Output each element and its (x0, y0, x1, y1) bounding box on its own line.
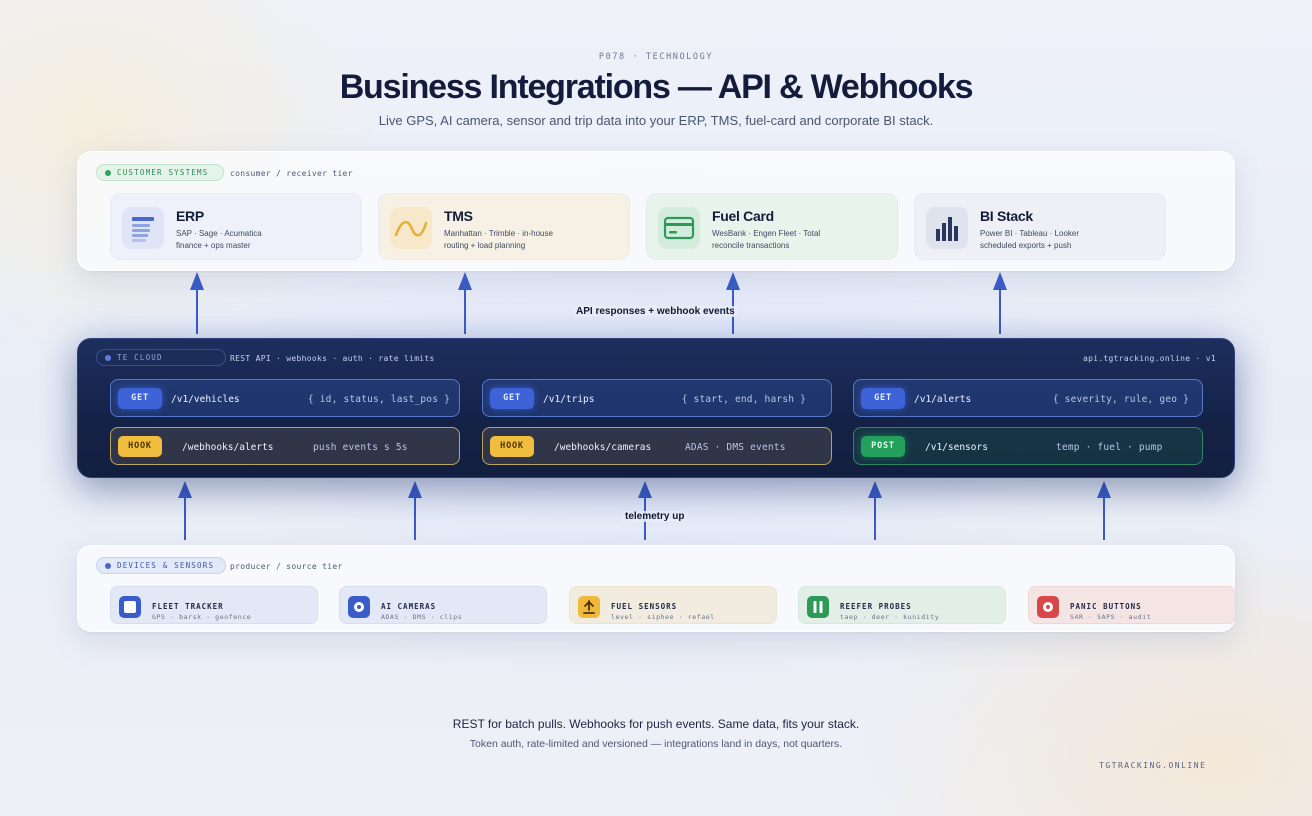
system-card-fuel-card[interactable]: Fuel Card WesBank · Engen Fleet · Total … (646, 193, 898, 260)
endpoint-fields: temp · fuel · pump (1056, 442, 1163, 453)
system-card-erp[interactable]: ERP SAP · Sage · Acumatica finance + ops… (110, 193, 362, 260)
camera-icon (348, 596, 370, 618)
device-name: FLEET TRACKER (152, 602, 224, 611)
device-panic-buttons[interactable]: PANIC BUTTONS S4R · SAPS · audit (1028, 586, 1236, 624)
endpoint-post-sensors[interactable]: POST /v1/sensors temp · fuel · pump (853, 427, 1203, 465)
endpoint-fields: { id, status, last_pos } (307, 394, 450, 405)
flow-label-telemetry: telemetry up (622, 511, 688, 522)
endpoint-path: /v1/vehicles (171, 394, 240, 405)
device-name: REEFER PROBES (840, 602, 912, 611)
cloud-tier: TE CLOUD REST API · webhooks · auth · ra… (77, 338, 1235, 478)
endpoint-get-vehicles[interactable]: GET /v1/vehicles { id, status, last_pos … (110, 379, 460, 417)
system-purpose: routing + load planning (444, 241, 526, 250)
system-vendors: WesBank · Engen Fleet · Total (712, 229, 821, 238)
fuel-icon (578, 596, 600, 618)
footer-tagline: REST for batch pulls. Webhooks for push … (452, 717, 860, 731)
status-dot (105, 170, 111, 176)
endpoint-fields: push events s 5s (313, 442, 408, 453)
method-badge: GET (118, 388, 162, 409)
endpoint-path: /v1/sensors (925, 442, 988, 453)
system-purpose: finance + ops master (176, 241, 251, 250)
bar-chart-icon (926, 207, 968, 249)
endpoint-path: /v1/trips (543, 394, 595, 405)
system-vendors: Manhattan · Trimble · in-house (444, 229, 553, 238)
endpoint-path: /webhooks/alerts (182, 442, 274, 453)
endpoint-fields: ADAS · DMS events (685, 442, 786, 453)
device-fuel-sensors[interactable]: FUEL SENSORS level · siphee · refael (569, 586, 777, 624)
cloud-pill: TE CLOUD (96, 349, 226, 366)
system-name: TMS (444, 208, 473, 224)
device-name: PANIC BUTTONS (1070, 602, 1142, 611)
cloud-tier-note: REST API · webhooks · auth · rate limits (230, 354, 435, 363)
page-title: Business Integrations — API & Webhooks (339, 68, 974, 106)
endpoint-hook-cameras[interactable]: HOOK /webhooks/cameras ADAS · DMS events (482, 427, 832, 465)
endpoint-fields: { severity, rule, geo } (1052, 394, 1189, 405)
system-purpose: reconcile transactions (712, 241, 790, 250)
panic-icon (1037, 596, 1059, 618)
card-icon (658, 207, 700, 249)
devices-pill: DEVICES & SENSORS (96, 557, 226, 574)
method-badge: HOOK (118, 436, 162, 457)
method-badge: POST (861, 436, 905, 457)
system-name: Fuel Card (712, 208, 774, 224)
device-capabilities: taep · deer · kunidity (840, 613, 940, 621)
page-subtitle: Live GPS, AI camera, sensor and trip dat… (378, 113, 934, 128)
customer-systems-tier: CUSTOMER SYSTEMS consumer / receiver tie… (77, 151, 1235, 271)
system-card-tms[interactable]: TMS Manhattan · Trimble · in-house routi… (378, 193, 630, 260)
device-ai-cameras[interactable]: AI CAMERAS ADAS · DMS · clips (339, 586, 547, 624)
system-vendors: SAP · Sage · Acumatica (176, 229, 262, 238)
status-dot (105, 563, 111, 569)
flow-label-responses: API responses + webhook events (573, 306, 738, 317)
api-host: api.tgtracking.online · v1 (1082, 354, 1216, 363)
route-wave-icon (390, 207, 432, 249)
customer-tier-note: consumer / receiver tier (230, 169, 353, 178)
device-name: AI CAMERAS (381, 602, 437, 611)
method-badge: GET (861, 388, 905, 409)
probe-icon (807, 596, 829, 618)
system-vendors: Power BI · Tableau · Looker (980, 229, 1080, 238)
customer-systems-pill: CUSTOMER SYSTEMS (96, 164, 224, 181)
device-name: FUEL SENSORS (611, 602, 678, 611)
devices-tier: DEVICES & SENSORS producer / source tier… (77, 545, 1236, 632)
system-name: ERP (176, 208, 204, 224)
brand-mark: TGTRACKING.ONLINE (1099, 761, 1207, 770)
endpoint-path: /webhooks/cameras (554, 442, 652, 453)
endpoint-hook-alerts[interactable]: HOOK /webhooks/alerts push events s 5s (110, 427, 460, 465)
document-stack-icon (122, 207, 164, 249)
devices-tier-note: producer / source tier (230, 562, 343, 571)
system-purpose: scheduled exports + push (980, 241, 1072, 250)
tracker-icon (119, 596, 141, 618)
page-kicker: P078 · TECHNOLOGY (598, 52, 714, 62)
system-card-bi-stack[interactable]: BI Stack Power BI · Tableau · Looker sch… (914, 193, 1166, 260)
device-reefer-probes[interactable]: REEFER PROBES taep · deer · kunidity (798, 586, 1006, 624)
endpoint-path: /v1/alerts (914, 394, 972, 405)
device-capabilities: GPS · barsk · geofence (152, 613, 252, 621)
status-dot (105, 355, 111, 361)
endpoint-fields: { start, end, harsh } (681, 394, 806, 405)
method-badge: HOOK (490, 436, 534, 457)
endpoint-get-trips[interactable]: GET /v1/trips { start, end, harsh } (482, 379, 832, 417)
device-capabilities: level · siphee · refael (611, 613, 715, 621)
endpoint-get-alerts[interactable]: GET /v1/alerts { severity, rule, geo } (853, 379, 1203, 417)
system-name: BI Stack (980, 208, 1033, 224)
method-badge: GET (490, 388, 534, 409)
device-fleet-tracker[interactable]: FLEET TRACKER GPS · barsk · geofence (110, 586, 318, 624)
device-capabilities: S4R · SAPS · audit (1070, 613, 1152, 621)
footer-subline: Token auth, rate-limited and versioned —… (469, 738, 843, 750)
device-capabilities: ADAS · DMS · clips (381, 613, 463, 621)
